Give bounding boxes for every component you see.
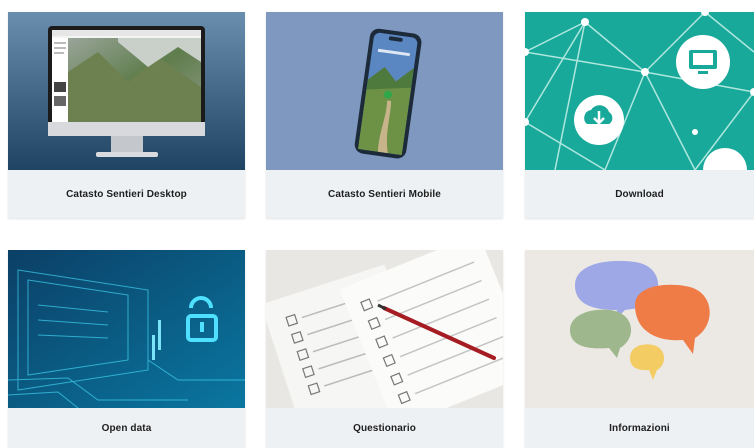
card-label: Catasto Sentieri Desktop xyxy=(66,188,187,200)
card-catasto-sentieri-desktop[interactable]: Catasto Sentieri Desktop xyxy=(8,12,245,218)
card-catasto-sentieri-mobile[interactable]: Catasto Sentieri Mobile xyxy=(266,12,503,218)
card-informazioni[interactable]: Informazioni xyxy=(525,250,754,448)
smartphone-image xyxy=(266,12,503,170)
card-download[interactable]: Download xyxy=(525,12,754,218)
open-data-image xyxy=(8,250,245,408)
card-label: Download xyxy=(615,188,664,200)
network-download-image xyxy=(525,12,754,170)
card-label: Questionario xyxy=(353,422,416,434)
card-open-data[interactable]: Open data xyxy=(8,250,245,448)
card-questionario[interactable]: Questionario xyxy=(266,250,503,448)
card-label: Informazioni xyxy=(609,422,670,434)
survey-image xyxy=(266,250,503,408)
speech-bubbles-image xyxy=(525,250,754,408)
desktop-monitor-image xyxy=(8,12,245,170)
card-label: Catasto Sentieri Mobile xyxy=(328,188,441,200)
card-label: Open data xyxy=(101,422,152,434)
